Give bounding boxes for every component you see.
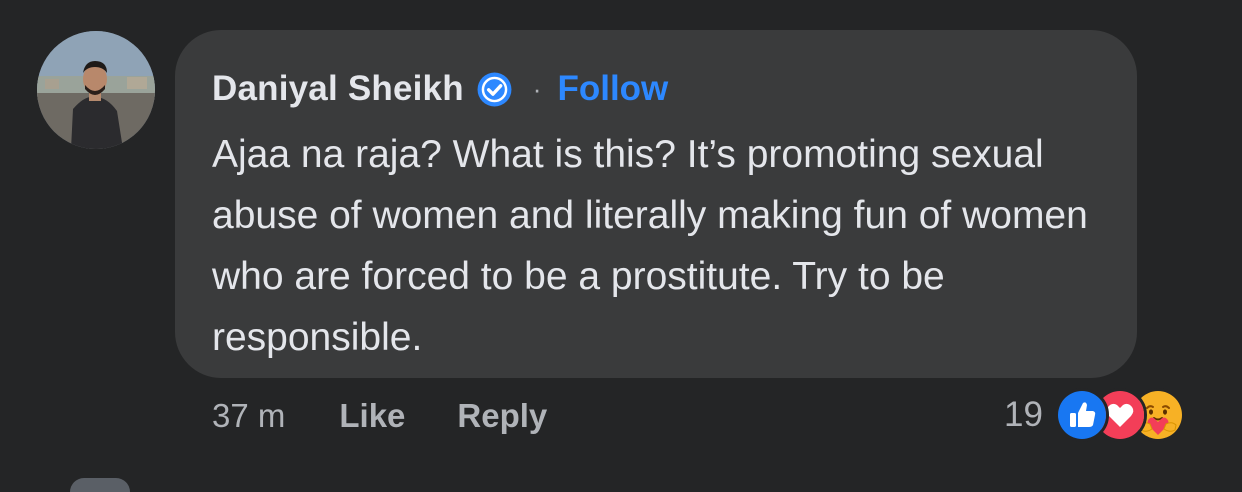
comment-timestamp[interactable]: 37 m [212, 397, 285, 435]
like-button[interactable]: Like [339, 397, 405, 435]
author-avatar[interactable] [37, 31, 155, 149]
verified-badge-icon [476, 71, 513, 108]
reply-button[interactable]: Reply [457, 397, 547, 435]
comment-header: Daniyal Sheikh · Follow [212, 66, 668, 112]
separator-dot: · [532, 73, 542, 104]
comment-text: Ajaa na raja? What is this? It’s promoti… [212, 133, 1088, 359]
comment-actions: 37 m Like Reply [212, 393, 547, 439]
like-reaction-icon [1054, 388, 1109, 442]
author-name[interactable]: Daniyal Sheikh [212, 69, 464, 109]
reaction-count: 19 [1004, 395, 1043, 434]
reactions-summary[interactable]: 19 [1004, 388, 1185, 442]
follow-button[interactable]: Follow [557, 69, 668, 109]
next-comment-avatar [70, 478, 130, 492]
